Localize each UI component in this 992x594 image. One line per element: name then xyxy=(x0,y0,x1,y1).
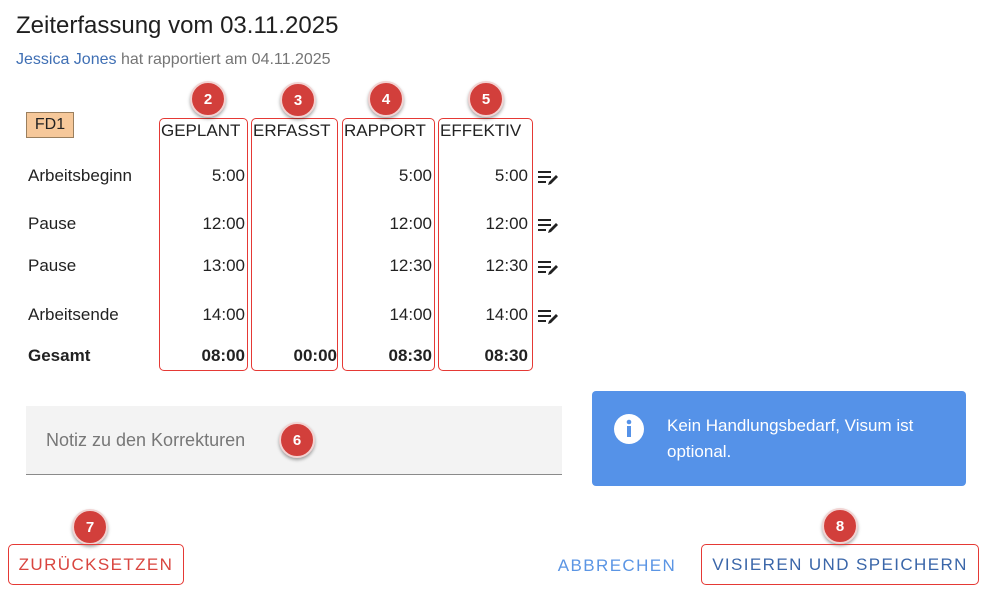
annotation-badge-5: 5 xyxy=(468,81,504,117)
column-header-rapport: RAPPORT xyxy=(344,121,426,140)
cell-effektiv-pause-1: 12:00 xyxy=(485,214,528,233)
cell-geplant-arbeitsbeginn: 5:00 xyxy=(211,166,245,185)
column-box-rapport xyxy=(342,118,435,371)
cell-rapport-gesamt: 08:30 xyxy=(388,346,432,365)
cell-geplant-arbeitsende: 14:00 xyxy=(202,305,245,324)
row-label-pause-2: Pause xyxy=(28,256,77,275)
cell-geplant-pause-1: 12:00 xyxy=(202,214,245,233)
row-label-arbeitsbeginn: Arbeitsbeginn xyxy=(28,166,132,185)
info-icon xyxy=(614,414,644,444)
annotation-badge-8: 8 xyxy=(822,508,858,544)
column-box-effektiv xyxy=(438,118,533,371)
cell-effektiv-gesamt: 08:30 xyxy=(484,346,528,365)
annotation-badge-4: 4 xyxy=(368,81,404,117)
cell-rapport-pause-1: 12:00 xyxy=(389,214,432,233)
column-header-geplant: GEPLANT xyxy=(161,121,241,140)
row-label-gesamt: Gesamt xyxy=(28,346,91,365)
edit-notes-icon[interactable] xyxy=(538,259,560,277)
column-header-effektiv: EFFEKTIV xyxy=(440,121,522,140)
info-text: Kein Handlungsbedarf, Visum ist optional… xyxy=(667,416,914,461)
annotation-badge-6: 6 xyxy=(279,422,315,458)
annotation-badge-7: 7 xyxy=(72,509,108,545)
cell-rapport-pause-2: 12:30 xyxy=(389,256,432,275)
cell-rapport-arbeitsende: 14:00 xyxy=(389,305,432,324)
column-box-erfasst xyxy=(251,118,338,371)
cell-erfasst-gesamt: 00:00 xyxy=(293,346,337,365)
info-alert: Kein Handlungsbedarf, Visum ist optional… xyxy=(592,391,966,486)
shift-chip: FD1 xyxy=(26,112,74,138)
page-title: Zeiterfassung vom 03.11.2025 xyxy=(16,12,339,39)
column-header-erfasst: ERFASST xyxy=(253,121,331,140)
cell-effektiv-pause-2: 12:30 xyxy=(485,256,528,275)
cell-geplant-pause-2: 13:00 xyxy=(202,256,245,275)
cell-effektiv-arbeitsende: 14:00 xyxy=(485,305,528,324)
note-placeholder: Notiz zu den Korrekturen xyxy=(46,430,246,450)
cell-geplant-gesamt: 08:00 xyxy=(201,346,245,365)
user-link[interactable]: Jessica Jones xyxy=(16,51,117,68)
annotation-badge-2: 2 xyxy=(190,81,226,117)
cancel-button[interactable]: Abbrechen xyxy=(552,546,682,586)
edit-notes-icon[interactable] xyxy=(538,169,560,187)
annotation-badge-3: 3 xyxy=(280,82,316,118)
report-subtitle: Jessica Jones hat rapportiert am 04.11.2… xyxy=(16,51,331,69)
reset-button[interactable]: Zurücksetzen xyxy=(8,544,184,585)
cell-effektiv-arbeitsbeginn: 5:00 xyxy=(494,166,528,185)
cell-rapport-arbeitsbeginn: 5:00 xyxy=(398,166,432,185)
reported-date-text: hat rapportiert am 04.11.2025 xyxy=(120,51,331,68)
edit-notes-icon[interactable] xyxy=(538,308,560,326)
column-box-geplant xyxy=(159,118,248,371)
approve-and-save-button[interactable]: Visieren und Speichern xyxy=(701,544,979,585)
row-label-pause-1: Pause xyxy=(28,214,77,233)
row-label-arbeitsende: Arbeitsende xyxy=(28,305,119,324)
edit-notes-icon[interactable] xyxy=(538,217,560,235)
